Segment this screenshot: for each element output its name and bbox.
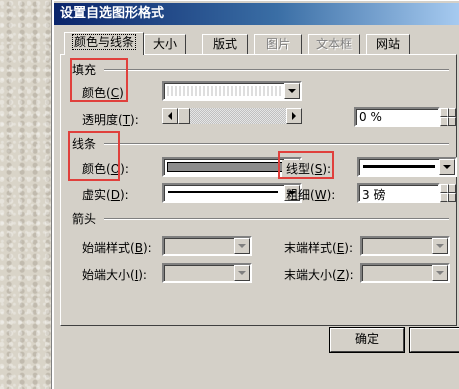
weight-input[interactable]: 3 磅 — [357, 183, 440, 203]
tab-size[interactable]: 大小 — [144, 34, 186, 54]
weight-label: 粗细(W): — [286, 188, 336, 202]
format-autoshape-dialog: 设置自选图形格式 颜色与线条 大小 版式 图片 文本框 网站 填充 颜色(C) … — [52, 0, 459, 389]
transparency-value: 0 % — [359, 110, 382, 124]
scroll-left-icon[interactable] — [162, 108, 178, 124]
spin-down-icon[interactable] — [440, 193, 456, 202]
end-style-label: 末端样式(E): — [284, 241, 354, 255]
tab-colors-and-lines[interactable]: 颜色与线条 — [64, 32, 144, 55]
line-style-dropdown[interactable] — [357, 157, 457, 177]
cancel-button[interactable] — [410, 328, 459, 352]
chevron-down-icon — [432, 238, 448, 254]
slider-thumb[interactable] — [178, 108, 190, 124]
begin-size-label: 始端大小(I): — [82, 268, 147, 282]
arrows-separator — [104, 218, 449, 220]
fill-color-dropdown[interactable] — [162, 81, 302, 101]
spin-up-icon[interactable] — [440, 184, 456, 193]
tab-picture: 图片 — [254, 34, 302, 54]
fill-pattern-swatch — [167, 86, 283, 96]
line-style-highlight — [278, 151, 334, 179]
chevron-down-icon[interactable] — [284, 83, 300, 99]
transparency-slider[interactable] — [162, 108, 302, 124]
chevron-down-icon — [234, 238, 250, 254]
end-size-dropdown — [360, 263, 450, 283]
dialog-title: 设置自选图形格式 — [54, 3, 459, 25]
tab-layout[interactable]: 版式 — [202, 34, 248, 54]
dash-dropdown[interactable] — [162, 183, 302, 203]
begin-style-label: 始端样式(B): — [82, 241, 152, 255]
begin-style-dropdown — [162, 236, 252, 256]
dash-preview — [168, 191, 278, 193]
ok-button[interactable]: 确定 — [330, 328, 404, 352]
fill-color-highlight — [70, 58, 128, 102]
weight-value: 3 磅 — [362, 188, 386, 202]
spin-down-icon[interactable] — [440, 117, 456, 126]
tab-textbox: 文本框 — [308, 34, 360, 54]
end-size-label: 末端大小(Z): — [284, 268, 354, 282]
line-style-preview — [363, 165, 435, 168]
transparency-spinner[interactable] — [440, 108, 456, 126]
line-separator — [104, 143, 449, 145]
transparency-label: 透明度(T): — [82, 113, 139, 127]
dash-label: 虚实(D): — [82, 188, 129, 202]
begin-size-dropdown — [162, 263, 252, 283]
line-color-swatch — [167, 162, 283, 172]
chevron-down-icon[interactable] — [439, 159, 455, 175]
spin-up-icon[interactable] — [440, 108, 456, 117]
end-style-dropdown — [360, 236, 450, 256]
chevron-down-icon — [234, 265, 250, 281]
chevron-down-icon — [432, 265, 448, 281]
scroll-right-icon[interactable] — [286, 108, 302, 124]
tab-web[interactable]: 网站 — [366, 34, 410, 54]
weight-spinner[interactable] — [440, 184, 456, 202]
fill-separator — [104, 69, 449, 71]
arrows-group-label: 箭头 — [72, 212, 97, 226]
line-color-highlight — [68, 131, 120, 181]
transparency-input[interactable]: 0 % — [354, 107, 440, 127]
